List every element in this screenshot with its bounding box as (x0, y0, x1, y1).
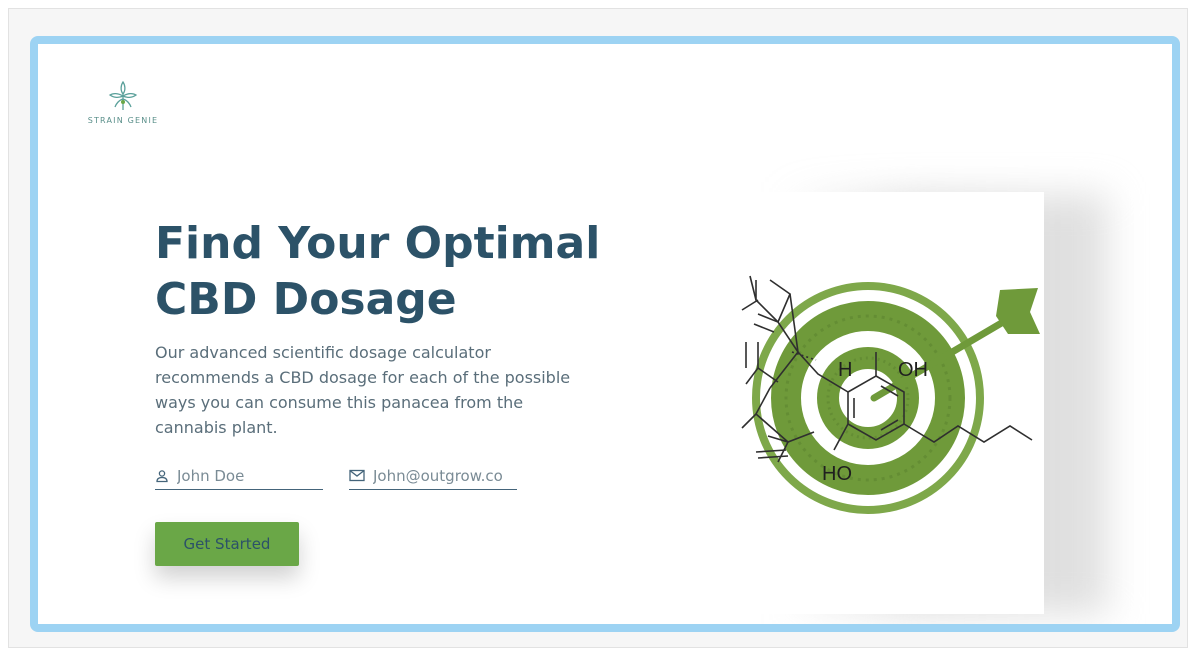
user-icon (156, 469, 168, 482)
landing-card: STRAIN GENIE Find Your Optimal CBD Dosag… (30, 36, 1180, 632)
molecule-label-h: H (838, 359, 852, 381)
hero-description: Our advanced scientific dosage calculato… (155, 343, 571, 437)
page-title: Find Your Optimal CBD Dosage (155, 218, 601, 325)
molecule-label-oh: OH (898, 359, 928, 381)
target-molecule-illustration: H OH HO (741, 275, 1040, 514)
name-field[interactable] (155, 462, 323, 490)
target-rings (752, 282, 984, 514)
molecule-label-ho: HO (822, 463, 852, 485)
cannabis-leaf-icon (108, 80, 138, 110)
email-field[interactable] (349, 462, 517, 490)
mail-icon (349, 469, 365, 482)
get-started-button[interactable]: Get Started (155, 522, 299, 566)
brand-logo[interactable]: STRAIN GENIE (78, 80, 168, 125)
email-input[interactable] (373, 466, 513, 485)
hero-illustration: H OH HO (738, 192, 1044, 614)
brand-name: STRAIN GENIE (87, 116, 159, 125)
name-input[interactable] (177, 466, 317, 485)
